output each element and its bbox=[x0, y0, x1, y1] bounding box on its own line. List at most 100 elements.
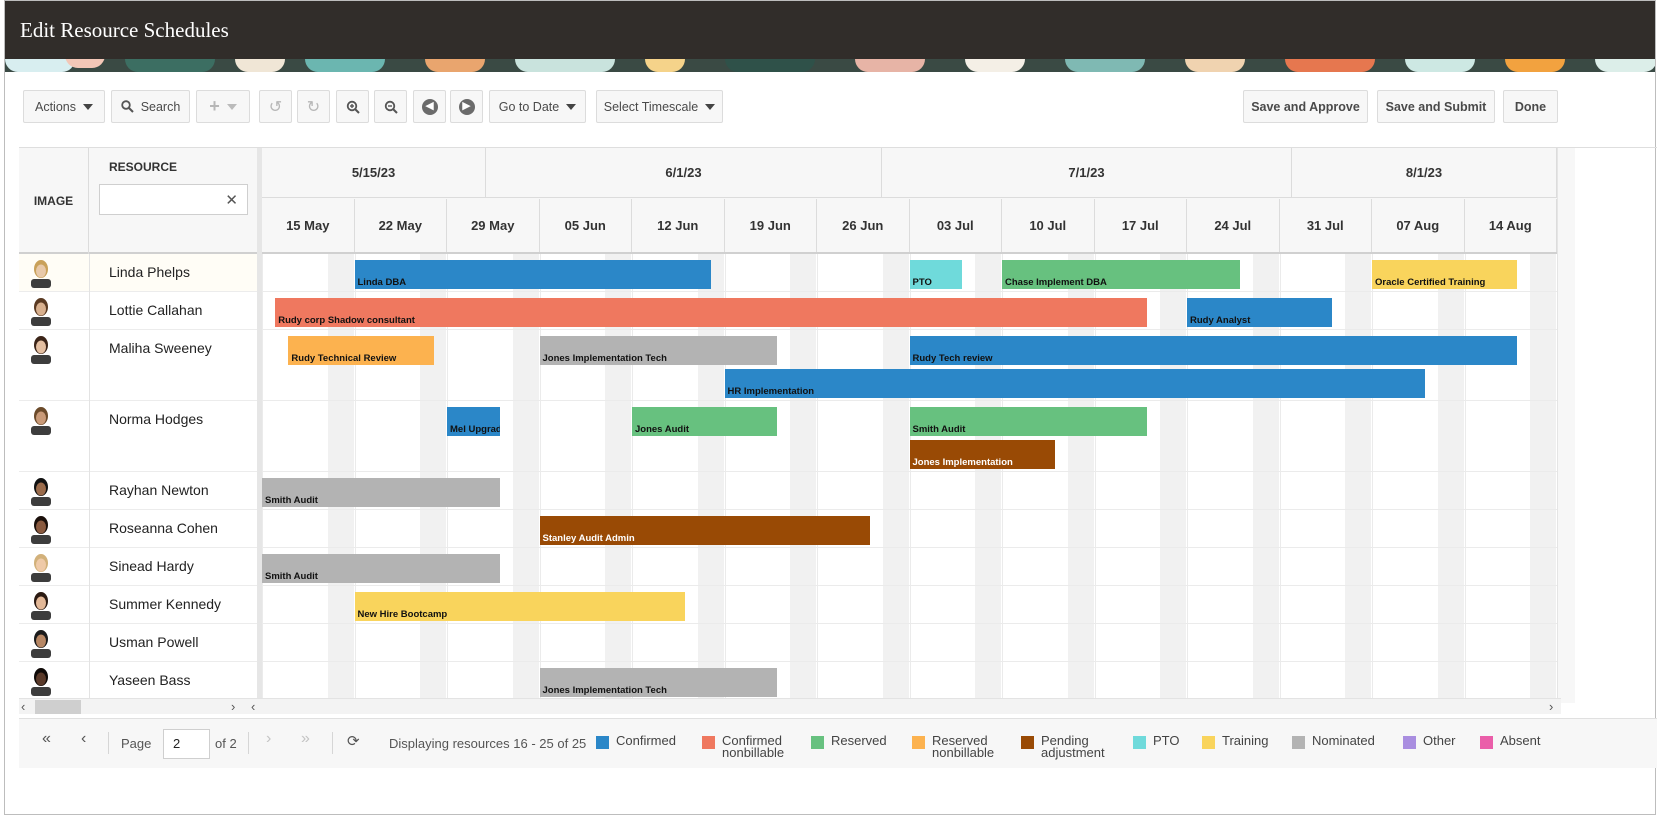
legend-label-line: Confirmed bbox=[616, 733, 676, 748]
next-page-icon[interactable]: › bbox=[266, 730, 271, 748]
resource-row[interactable]: Linda Phelps bbox=[19, 254, 259, 292]
avatar bbox=[31, 630, 51, 658]
event-bar[interactable]: Rudy corp Shadow consultant bbox=[275, 298, 1148, 327]
refresh-icon[interactable]: ⟳ bbox=[347, 732, 360, 750]
legend-label: Reserved bbox=[831, 733, 887, 748]
legend-label: Pending adjustment bbox=[1041, 734, 1105, 759]
save-and-submit-button[interactable]: Save and Submit bbox=[1377, 90, 1495, 123]
add-button[interactable]: + bbox=[196, 90, 250, 123]
event-bar[interactable]: Linda DBA bbox=[354, 260, 712, 289]
resource-row[interactable]: Lottie Callahan bbox=[19, 292, 259, 330]
timeline-body[interactable]: Linda DBA PTO Chase Implement DBA Oracle Ce… bbox=[262, 254, 1557, 701]
event-bar[interactable]: Oracle Certified Training bbox=[1372, 260, 1518, 289]
resource-row[interactable]: Yaseen Bass bbox=[19, 662, 259, 700]
resource-name: Sinead Hardy bbox=[109, 558, 194, 574]
event-bar[interactable]: Chase Implement DBA bbox=[1002, 260, 1240, 289]
event-bar[interactable]: Smith Audit bbox=[262, 478, 500, 507]
legend-label-line: Reserved bbox=[831, 733, 887, 748]
week-header-cell: 26 Jun bbox=[817, 199, 910, 252]
resource-row[interactable]: Roseanna Cohen bbox=[19, 510, 259, 548]
undo-button[interactable]: ↺ bbox=[259, 90, 292, 123]
last-page-icon[interactable]: » bbox=[301, 730, 310, 748]
scroll-left-icon[interactable]: ‹ bbox=[21, 699, 25, 714]
select-timescale-button[interactable]: Select Timescale bbox=[596, 90, 723, 123]
event-bar[interactable]: Rudy Analyst bbox=[1187, 298, 1333, 327]
resource-row[interactable]: Norma Hodges bbox=[19, 401, 259, 472]
close-icon[interactable]: ✕ bbox=[225, 191, 238, 209]
week-gridline bbox=[1372, 254, 1373, 701]
timeline-scroll-right-icon[interactable]: › bbox=[1549, 699, 1553, 714]
legend-item: Reserved bbox=[811, 733, 887, 749]
resource-filter-input[interactable]: ✕ bbox=[99, 184, 248, 215]
event-bar[interactable]: HR Implementation bbox=[724, 369, 1425, 398]
previous-period-button[interactable]: ◀ bbox=[413, 90, 446, 123]
event-bar[interactable]: Jones Implementation bbox=[909, 440, 1055, 469]
window-title: Edit Resource Schedules bbox=[20, 18, 229, 42]
legend-swatch bbox=[596, 736, 609, 749]
previous-page-icon[interactable]: ‹ bbox=[81, 730, 86, 748]
event-bar[interactable]: PTO bbox=[909, 260, 963, 289]
zoom-out-button[interactable] bbox=[374, 90, 407, 123]
search-button[interactable]: Search bbox=[111, 90, 190, 123]
row-gridline bbox=[262, 547, 1557, 548]
resource-row[interactable]: Sinead Hardy bbox=[19, 548, 259, 586]
scroll-right-icon[interactable]: › bbox=[231, 699, 235, 714]
plus-icon: + bbox=[209, 96, 220, 116]
resource-row[interactable]: Maliha Sweeney bbox=[19, 330, 259, 401]
page-number-input[interactable]: 2 bbox=[163, 729, 210, 759]
actions-menu-button[interactable]: Actions bbox=[23, 90, 105, 123]
event-bar[interactable]: Stanley Audit Admin bbox=[539, 516, 870, 545]
locked-scroll-thumb[interactable] bbox=[35, 700, 81, 714]
legend-label-line: Absent bbox=[1500, 733, 1541, 748]
week-header-cell: 10 Jul bbox=[1002, 199, 1095, 252]
first-page-icon[interactable]: « bbox=[42, 730, 51, 748]
resource-row[interactable]: Usman Powell bbox=[19, 624, 259, 662]
horizontal-scrollbar[interactable]: ‹ › ‹ › bbox=[19, 698, 1561, 714]
event-bar[interactable]: Rudy Technical Review bbox=[288, 336, 434, 365]
redo-button[interactable]: ↻ bbox=[297, 90, 330, 123]
event-bar[interactable]: Jones Audit bbox=[632, 407, 778, 436]
done-button[interactable]: Done bbox=[1503, 90, 1558, 123]
pager-divider bbox=[332, 732, 333, 754]
search-label: Search bbox=[140, 99, 181, 114]
event-bar[interactable]: Jones Implementation Tech bbox=[539, 336, 778, 365]
event-bar[interactable]: Smith Audit bbox=[909, 407, 1148, 436]
event-bar[interactable]: New Hire Bootcamp bbox=[354, 592, 685, 621]
legend-item: Confirmed nonbillable bbox=[702, 734, 784, 759]
search-icon bbox=[120, 100, 134, 113]
legend-item: Confirmed bbox=[596, 733, 676, 749]
timeline-scroll-left-icon[interactable]: ‹ bbox=[251, 699, 255, 714]
redo-icon: ↻ bbox=[306, 98, 321, 116]
resource-name: Roseanna Cohen bbox=[109, 520, 218, 536]
resource-row[interactable]: Rayhan Newton bbox=[19, 472, 259, 510]
legend-item: Pending adjustment bbox=[1021, 734, 1105, 759]
page-label: Page bbox=[121, 736, 152, 751]
event-bar[interactable]: Mel Upgrade bbox=[447, 407, 500, 436]
weekend-shade bbox=[1437, 254, 1464, 701]
go-to-date-button[interactable]: Go to Date bbox=[489, 90, 586, 123]
event-bar[interactable]: Smith Audit bbox=[262, 554, 500, 583]
week-header-cell: 22 May bbox=[355, 199, 447, 252]
next-period-button[interactable]: ▶ bbox=[450, 90, 483, 123]
resource-row[interactable]: Summer Kennedy bbox=[19, 586, 259, 624]
legend-swatch bbox=[912, 736, 925, 749]
resource-name: Summer Kennedy bbox=[109, 596, 222, 612]
vertical-scrollbar[interactable] bbox=[1557, 148, 1575, 703]
avatar bbox=[31, 516, 51, 544]
legend-swatch bbox=[811, 736, 824, 749]
save-and-approve-button[interactable]: Save and Approve bbox=[1243, 90, 1368, 123]
event-bar[interactable]: Jones Implementation Tech bbox=[539, 668, 778, 697]
timeline-header: 5/15/23 6/1/23 7/1/23 8/1/23 15 May 22 May 29 … bbox=[262, 148, 1557, 254]
resource-name: Lottie Callahan bbox=[109, 302, 203, 318]
resource-column-title: RESOURCE bbox=[109, 160, 178, 174]
toolbar: Actions Search + ↺ ↻ ◀ ▶ Go to Date Sele… bbox=[23, 90, 1651, 124]
legend-label-line: Training bbox=[1222, 733, 1269, 748]
image-column-header: IMAGE bbox=[19, 148, 89, 254]
week-header-cell: 29 May bbox=[447, 199, 540, 252]
avatar bbox=[31, 478, 51, 506]
row-gridline bbox=[262, 400, 1557, 401]
legend-item: Reserved nonbillable bbox=[912, 734, 994, 759]
schedule-grid: IMAGE RESOURCE ✕ Linda Phelps Lottie Call… bbox=[19, 147, 1657, 728]
event-bar[interactable]: Rudy Tech review bbox=[909, 336, 1518, 365]
zoom-in-button[interactable] bbox=[336, 90, 369, 123]
